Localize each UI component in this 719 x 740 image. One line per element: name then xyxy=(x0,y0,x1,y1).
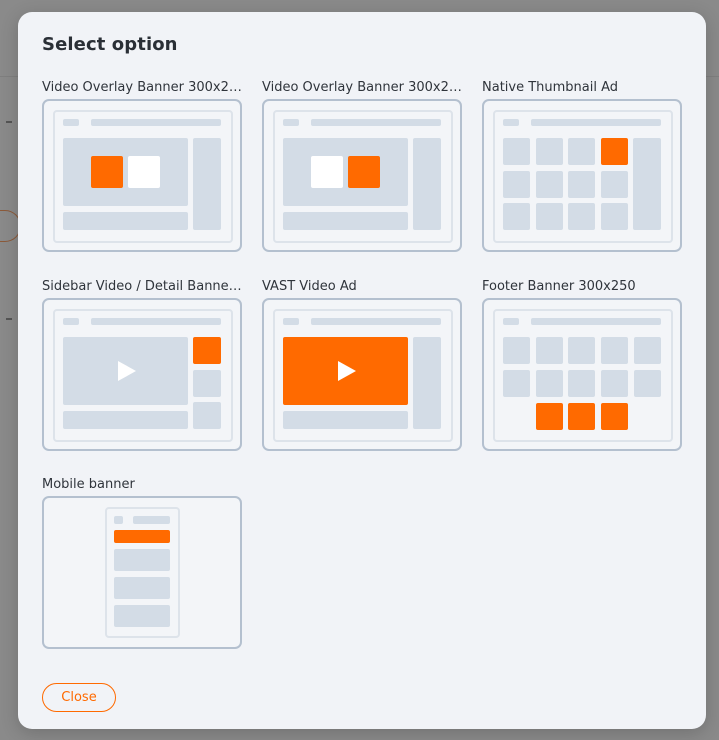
play-icon xyxy=(338,361,356,381)
option-native-thumbnail-ad[interactable]: Native Thumbnail Ad xyxy=(482,80,682,252)
grid-cell xyxy=(601,203,628,230)
placeholder-bar xyxy=(283,411,408,429)
sidebar-placeholder xyxy=(413,138,441,230)
modal-title: Select option xyxy=(42,34,178,55)
sidebar-placeholder xyxy=(193,138,221,230)
option-thumbnail[interactable] xyxy=(42,99,242,252)
layout-preview xyxy=(493,110,673,243)
placeholder-bar xyxy=(91,119,221,126)
grid-cell xyxy=(536,370,563,397)
grid-cell xyxy=(536,203,563,230)
option-thumbnail[interactable] xyxy=(42,496,242,649)
placeholder-bar xyxy=(283,119,299,126)
background-dash xyxy=(6,318,12,320)
grid-cell xyxy=(568,370,595,397)
option-footer-banner[interactable]: Footer Banner 300x250 xyxy=(482,279,682,451)
placeholder-bar xyxy=(283,212,408,230)
option-label: Native Thumbnail Ad xyxy=(482,80,619,95)
grid-cell xyxy=(634,337,661,364)
grid-cell xyxy=(536,171,563,198)
placeholder-bar xyxy=(114,516,123,524)
placeholder-bar xyxy=(91,318,221,325)
ad-slot-highlight xyxy=(348,156,380,188)
placeholder-bar xyxy=(503,119,519,126)
grid-cell xyxy=(568,138,595,165)
placeholder-bar xyxy=(63,212,188,230)
layout-preview xyxy=(53,110,233,243)
option-video-overlay-left[interactable]: Video Overlay Banner 300x250 (left) xyxy=(42,80,242,252)
ad-slot xyxy=(128,156,160,188)
grid-cell xyxy=(536,138,563,165)
option-vast-video-ad[interactable]: VAST Video Ad xyxy=(262,279,462,451)
content-placeholder xyxy=(114,577,170,599)
ad-slot-highlight xyxy=(91,156,123,188)
layout-preview xyxy=(53,309,233,442)
ad-slot-highlight xyxy=(193,337,221,364)
option-thumbnail[interactable] xyxy=(482,99,682,252)
grid-cell xyxy=(601,337,628,364)
background-dash xyxy=(6,121,12,123)
video-area xyxy=(63,337,188,405)
sidebar-placeholder xyxy=(193,402,221,429)
option-thumbnail[interactable] xyxy=(42,298,242,451)
option-sidebar-video-detail-banner[interactable]: Sidebar Video / Detail Banner 300x250 xyxy=(42,279,242,451)
option-thumbnail[interactable] xyxy=(262,99,462,252)
grid-cell xyxy=(503,138,530,165)
grid-cell xyxy=(503,370,530,397)
ad-slot-highlight xyxy=(601,138,628,165)
sidebar-placeholder xyxy=(413,337,441,429)
placeholder-bar xyxy=(63,119,79,126)
grid-cell xyxy=(536,337,563,364)
play-icon xyxy=(118,361,136,381)
grid-cell xyxy=(503,337,530,364)
option-label: Mobile banner xyxy=(42,477,135,492)
option-label: Video Overlay Banner 300x250 (left) xyxy=(42,80,242,95)
grid-cell xyxy=(634,370,661,397)
video-area xyxy=(283,138,408,206)
grid-cell xyxy=(601,370,628,397)
placeholder-bar xyxy=(133,516,170,524)
placeholder-bar xyxy=(531,318,661,325)
select-option-modal: Select option Video Overlay Banner 300x2… xyxy=(18,12,706,729)
placeholder-bar xyxy=(311,318,441,325)
grid-cell xyxy=(568,337,595,364)
grid-cell xyxy=(503,203,530,230)
grid-cell xyxy=(568,171,595,198)
ad-slot xyxy=(311,156,343,188)
placeholder-bar xyxy=(63,411,188,429)
ad-slot-highlight xyxy=(536,403,563,430)
grid-cell xyxy=(568,203,595,230)
layout-preview xyxy=(493,309,673,442)
placeholder-bar xyxy=(311,119,441,126)
option-label: Video Overlay Banner 300x250 (right) xyxy=(262,80,462,95)
option-label: Sidebar Video / Detail Banner 300x250 xyxy=(42,279,242,294)
placeholder-bar xyxy=(63,318,79,325)
grid-cell xyxy=(503,171,530,198)
layout-preview xyxy=(273,110,453,243)
placeholder-bar xyxy=(531,119,661,126)
content-placeholder xyxy=(114,549,170,571)
placeholder-bar xyxy=(503,318,519,325)
content-placeholder xyxy=(114,605,170,627)
video-area xyxy=(63,138,188,206)
option-mobile-banner[interactable]: Mobile banner xyxy=(42,477,242,649)
ad-slot-highlight xyxy=(601,403,628,430)
background-divider xyxy=(0,76,18,77)
layout-preview xyxy=(273,309,453,442)
ad-slot-highlight xyxy=(568,403,595,430)
option-thumbnail[interactable] xyxy=(262,298,462,451)
placeholder-bar xyxy=(283,318,299,325)
option-label: VAST Video Ad xyxy=(262,279,357,294)
video-ad-slot-highlight xyxy=(283,337,408,405)
sidebar-placeholder xyxy=(193,370,221,397)
phone-preview xyxy=(105,507,180,638)
option-label: Footer Banner 300x250 xyxy=(482,279,636,294)
sidebar-placeholder xyxy=(633,138,661,230)
option-video-overlay-right[interactable]: Video Overlay Banner 300x250 (right) xyxy=(262,80,462,252)
grid-cell xyxy=(601,171,628,198)
ad-slot-highlight xyxy=(114,530,170,543)
close-button[interactable]: Close xyxy=(42,683,116,712)
option-thumbnail[interactable] xyxy=(482,298,682,451)
background-divider xyxy=(706,76,719,77)
